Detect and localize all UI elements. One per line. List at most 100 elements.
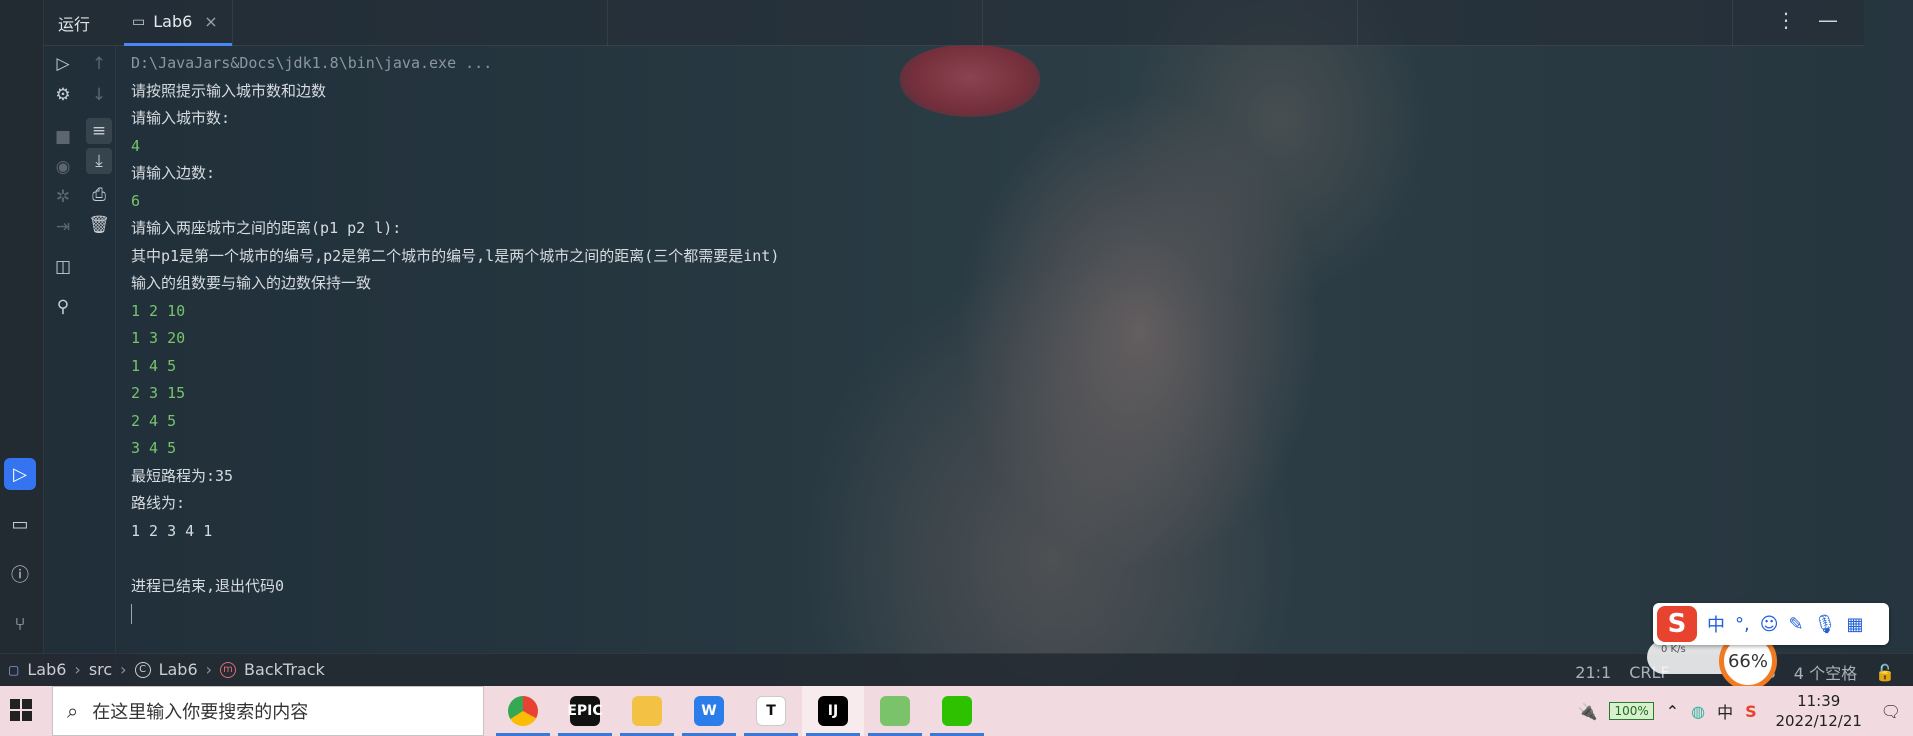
close-icon[interactable]: × bbox=[204, 12, 217, 31]
stop-icon[interactable]: ■ bbox=[50, 124, 76, 150]
pin-icon[interactable]: ⚲ bbox=[50, 294, 76, 320]
taskbar-app-app-diamond[interactable] bbox=[864, 686, 926, 736]
wps-icon: W bbox=[694, 696, 724, 726]
time: 11:39 bbox=[1797, 692, 1841, 710]
console-line: 其中p1是第一个城市的编号,p2是第二个城市的编号,l是两个城市之间的距离(三个… bbox=[131, 246, 780, 265]
taskbar-app-chrome[interactable] bbox=[492, 686, 554, 736]
pen-icon[interactable]: ✎ bbox=[1789, 614, 1804, 635]
windows-start-icon[interactable] bbox=[10, 699, 32, 721]
network-speed-widget: 0 K/s 66% bbox=[1647, 632, 1777, 690]
tab-divider bbox=[607, 0, 608, 46]
breadcrumb-item[interactable]: Lab6 bbox=[27, 660, 66, 679]
debug-icon[interactable]: ✲ bbox=[50, 184, 76, 210]
gear-icon[interactable]: ⚙ bbox=[50, 82, 76, 108]
plug-icon[interactable]: 🔌 bbox=[1578, 702, 1598, 721]
console-line: 请输入城市数: bbox=[131, 109, 231, 127]
console-line: 请输入边数: bbox=[131, 164, 216, 182]
wechat-icon bbox=[942, 696, 972, 726]
console-line: 1 2 3 4 1 bbox=[131, 521, 213, 540]
camera-icon[interactable]: ◉ bbox=[50, 154, 76, 180]
trash-icon[interactable]: 🗑 bbox=[86, 212, 112, 238]
taskbar-search-box[interactable]: ⌕ 在这里输入你要搜索的内容 bbox=[52, 686, 484, 736]
tab-lab6[interactable]: ▭ Lab6 × bbox=[124, 0, 232, 46]
status-bar: ▢ Lab6 › src › C Lab6 › m BackTrack 21:1… bbox=[0, 653, 1913, 686]
chevron-right-icon: › bbox=[74, 660, 81, 679]
console-line: 请输入两座城市之间的距离(p1 p2 l): bbox=[131, 219, 402, 237]
indent-setting[interactable]: 4 个空格 bbox=[1794, 660, 1857, 684]
console-line: 输入的组数要与输入的边数保持一致 bbox=[131, 274, 372, 292]
breadcrumb: ▢ Lab6 › src › C Lab6 › m BackTrack bbox=[8, 660, 325, 679]
console-toolbar: ↑ ↓ ≡ ⤓ ⎙ 🗑 bbox=[80, 46, 116, 686]
console-line: 2 4 5 bbox=[131, 411, 177, 430]
arrow-down-icon[interactable]: ↓ bbox=[86, 82, 112, 108]
taskbar-app-wechat[interactable] bbox=[926, 686, 988, 736]
emoji-icon[interactable]: ☺ bbox=[1760, 614, 1779, 635]
console-line: 4 bbox=[131, 136, 141, 155]
git-tool-window-icon[interactable]: ⑂ bbox=[4, 608, 36, 640]
taskbar-app-intellij[interactable]: IJ bbox=[802, 686, 864, 736]
net-speed: 0 K/s bbox=[1661, 644, 1686, 655]
arrow-up-icon[interactable]: ↑ bbox=[86, 51, 112, 77]
taskbar-app-file-explorer[interactable] bbox=[616, 686, 678, 736]
console-line: 最短路程为:35 bbox=[131, 466, 234, 485]
taskbar-apps: EPIC W T IJ bbox=[492, 686, 988, 736]
ime-mode[interactable]: 中 bbox=[1707, 611, 1725, 637]
system-tray: 🔌 100% ⌃ ◍ 中 S 11:39 2022/12/21 🗨 bbox=[1578, 686, 1913, 736]
chevron-right-icon: › bbox=[205, 660, 213, 679]
taskbar-app-epic-games[interactable]: EPIC bbox=[554, 686, 616, 736]
scroll-to-end-icon[interactable]: ⤓ bbox=[86, 148, 112, 174]
ime-indicator[interactable]: 中 bbox=[1717, 699, 1733, 723]
tray-app-icon[interactable]: ◍ bbox=[1691, 702, 1705, 721]
tab-divider bbox=[232, 0, 233, 46]
soft-wrap-icon[interactable]: ≡ bbox=[86, 118, 112, 144]
sogou-tray-icon[interactable]: S bbox=[1745, 702, 1757, 721]
rerun-icon[interactable]: ▷ bbox=[50, 51, 76, 77]
console-line: 进程已结束,退出代码0 bbox=[131, 576, 285, 595]
lock-icon[interactable]: 🔓 bbox=[1875, 663, 1895, 682]
microphone-icon[interactable]: 🎙 bbox=[1814, 614, 1837, 635]
tool-window-strip: ▷ ▭ ⓘ ⑂ bbox=[0, 0, 44, 686]
battery-indicator[interactable]: 100% bbox=[1609, 702, 1654, 720]
breadcrumb-item[interactable]: Lab6 bbox=[159, 660, 198, 679]
taskbar-app-wps[interactable]: W bbox=[678, 686, 740, 736]
layout-icon[interactable]: ◫ bbox=[50, 254, 76, 280]
taskbar-app-typora[interactable]: T bbox=[740, 686, 802, 736]
console-line: 6 bbox=[131, 191, 141, 210]
file-explorer-icon bbox=[632, 696, 662, 726]
run-tool-window-icon[interactable]: ▷ bbox=[4, 458, 36, 490]
exit-icon[interactable]: ⇥ bbox=[50, 214, 76, 240]
terminal-tool-window-icon[interactable]: ▭ bbox=[4, 508, 36, 540]
ime-toolbar: S 中 °, ☺ ✎ 🎙 ▦ bbox=[1653, 603, 1889, 645]
console-line: 3 4 5 bbox=[131, 439, 177, 457]
console-line: 请按照提示输入城市数和边数 bbox=[131, 81, 327, 100]
problems-tool-window-icon[interactable]: ⓘ bbox=[4, 558, 36, 590]
windows-taskbar: ⌕ 在这里输入你要搜索的内容 EPIC W T IJ 🔌 100% ⌃ ◍ 中 S 1… bbox=[0, 686, 1913, 736]
print-icon[interactable]: ⎙ bbox=[86, 182, 112, 208]
console-output[interactable]: D:\JavaJars&Docs\jdk1.8\bin\java.exe ...… bbox=[131, 50, 1731, 630]
chevron-right-icon: › bbox=[120, 660, 127, 679]
breadcrumb-item[interactable]: BackTrack bbox=[244, 660, 325, 679]
clock[interactable]: 11:39 2022/12/21 bbox=[1769, 691, 1869, 731]
tab-divider bbox=[1357, 0, 1358, 46]
grid-menu-icon[interactable]: ▦ bbox=[1846, 614, 1863, 635]
console-line: 路线为: bbox=[131, 494, 186, 512]
text-caret bbox=[131, 603, 132, 624]
ime-punctuation[interactable]: °, bbox=[1735, 614, 1750, 635]
console-line: 1 4 5 bbox=[131, 356, 177, 375]
app-diamond-icon bbox=[880, 696, 910, 726]
chevron-up-icon[interactable]: ⌃ bbox=[1666, 702, 1679, 721]
notification-icon[interactable]: 🗨 bbox=[1881, 702, 1901, 721]
breadcrumb-item[interactable]: src bbox=[89, 660, 112, 679]
console-input-line[interactable] bbox=[131, 600, 1731, 628]
typora-icon: T bbox=[756, 696, 786, 726]
caret-position[interactable]: 21:1 bbox=[1575, 663, 1611, 682]
chrome-icon bbox=[508, 696, 538, 726]
console-line: D:\JavaJars&Docs\jdk1.8\bin\java.exe ... bbox=[131, 54, 493, 72]
sogou-logo-icon[interactable]: S bbox=[1657, 606, 1697, 642]
more-options-icon[interactable]: ⋮ bbox=[1776, 8, 1796, 32]
minimize-icon[interactable]: — bbox=[1818, 8, 1838, 32]
epic-games-icon: EPIC bbox=[567, 696, 603, 726]
search-icon: ⌕ bbox=[67, 699, 79, 723]
memory-percent: 66% bbox=[1727, 650, 1768, 672]
